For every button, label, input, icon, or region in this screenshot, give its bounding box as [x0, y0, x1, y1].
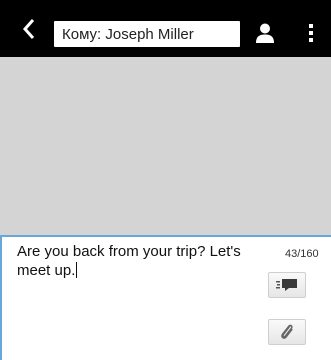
- message-text: Are you back from your trip? Let's meet …: [17, 243, 241, 279]
- back-button[interactable]: [14, 14, 44, 44]
- conversation-area: [0, 57, 331, 235]
- recipient-text: Кому: Joseph Miller: [62, 25, 194, 43]
- recipient-field[interactable]: Кому: Joseph Miller: [54, 21, 240, 47]
- app-header: Кому: Joseph Miller: [0, 0, 331, 57]
- paperclip-icon: [281, 324, 293, 339]
- character-counter: 43/160: [285, 248, 319, 260]
- person-icon: [256, 23, 274, 43]
- contact-button[interactable]: [250, 16, 280, 50]
- overflow-menu-icon: [309, 24, 313, 42]
- attach-button[interactable]: [268, 319, 306, 345]
- chevron-left-icon: [22, 19, 35, 39]
- send-icon: [276, 279, 297, 291]
- overflow-menu-button[interactable]: [299, 16, 323, 50]
- text-cursor: [76, 262, 78, 278]
- send-button[interactable]: [268, 272, 306, 298]
- message-input[interactable]: Are you back from your trip? Let's meet …: [17, 242, 272, 280]
